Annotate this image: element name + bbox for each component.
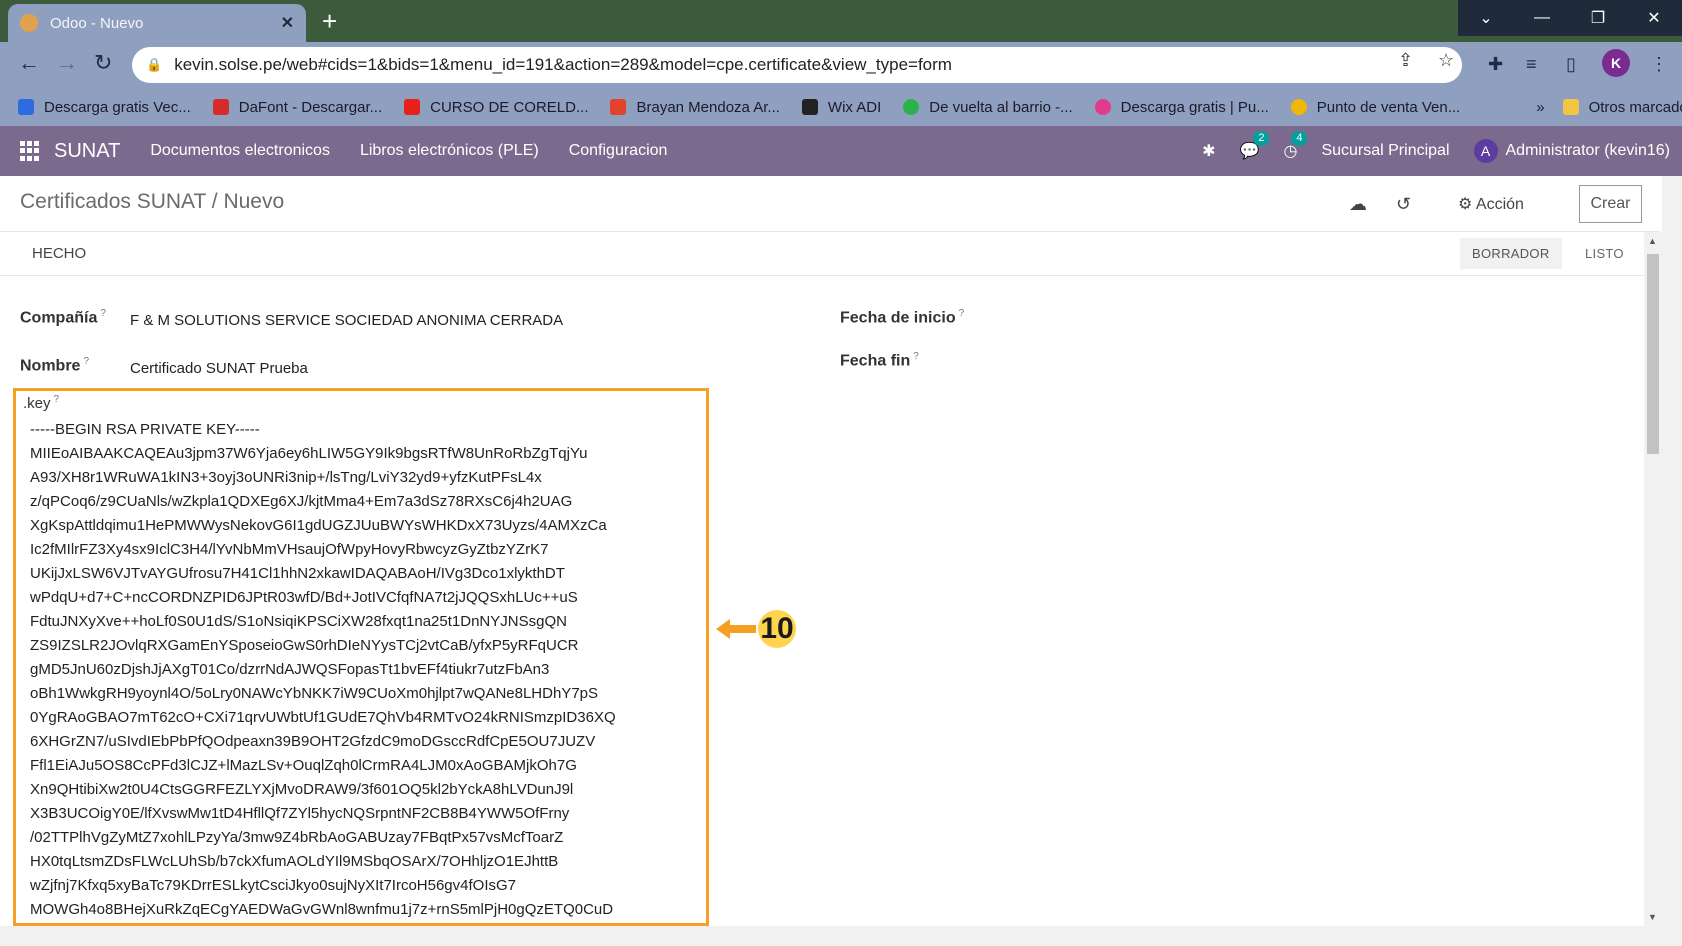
browser-menu-icon[interactable]: ⋮: [1650, 54, 1668, 75]
wix-icon: [801, 99, 818, 115]
gear-icon: ⚙: [1458, 196, 1473, 213]
user-name: Administrator (kevin16): [1505, 142, 1671, 159]
done-button[interactable]: HECHO: [32, 245, 86, 262]
bookmark-item[interactable]: Wix ADI: [801, 99, 881, 116]
minimize-icon[interactable]: —: [1514, 0, 1570, 36]
key-textarea[interactable]: -----BEGIN RSA PRIVATE KEY----- MIIEoAIB…: [30, 418, 700, 922]
scroll-down-icon[interactable]: ▼: [1648, 912, 1657, 922]
end-date-label: Fecha fin?: [840, 351, 919, 370]
horizontal-scrollbar[interactable]: [0, 926, 1662, 946]
save-cloud-icon[interactable]: ☁: [1349, 194, 1367, 215]
debug-bug-icon[interactable]: ✱: [1202, 141, 1215, 161]
reading-list-icon[interactable]: ≡: [1526, 54, 1537, 75]
page-scrollbar[interactable]: [1662, 176, 1682, 946]
activities-badge: 4: [1291, 131, 1308, 146]
app-brand[interactable]: SUNAT: [54, 140, 120, 163]
other-bookmarks[interactable]: Otros marcadores: [1562, 99, 1682, 116]
browser-tab[interactable]: Odoo - Nuevo ✕: [8, 4, 306, 42]
menu-documentos[interactable]: Documentos electronicos: [150, 142, 330, 160]
bookmarks-more-icon[interactable]: »: [1536, 99, 1544, 116]
stage-borrador[interactable]: BORRADOR: [1460, 238, 1562, 269]
browser-tab-bar: Odoo - Nuevo ✕ + ⌄ — ❐ ✕: [0, 0, 1682, 42]
freepik-icon: [18, 99, 34, 115]
start-date-label: Fecha de inicio?: [840, 308, 965, 327]
menu-libros-ple[interactable]: Libros electrónicos (PLE): [360, 142, 539, 160]
create-button[interactable]: Crear: [1579, 185, 1642, 223]
bookmark-star-icon[interactable]: ☆: [1438, 50, 1454, 71]
tab-search-icon[interactable]: ⌄: [1458, 0, 1514, 36]
control-panel: Certificados SUNAT / Nuevo ☁ ↺ ⚙ Acción …: [0, 176, 1660, 232]
arrow-left-icon: [716, 619, 756, 639]
discard-icon[interactable]: ↺: [1396, 194, 1411, 215]
youtube-icon: [404, 99, 421, 115]
messages-icon[interactable]: 💬 2: [1240, 131, 1270, 161]
tab-title: Odoo - Nuevo: [50, 14, 144, 32]
reload-icon[interactable]: ↻: [94, 52, 112, 74]
breadcrumb[interactable]: Certificados SUNAT / Nuevo: [20, 190, 284, 214]
extensions-icon[interactable]: ✚: [1488, 54, 1503, 75]
pu-icon: [1094, 99, 1111, 115]
branch-selector[interactable]: Sucursal Principal: [1321, 142, 1449, 160]
form-scroll-thumb[interactable]: [1647, 254, 1659, 454]
bookmark-item[interactable]: Punto de venta Ven...: [1290, 99, 1460, 116]
scroll-up-icon[interactable]: ▲: [1648, 236, 1657, 246]
stage-listo[interactable]: LISTO: [1585, 246, 1624, 261]
activities-icon[interactable]: ◷ 4: [1283, 131, 1308, 161]
name-field[interactable]: Certificado SUNAT Prueba: [130, 360, 308, 377]
browser-toolbar: ← → ↻ 🔒 kevin.solse.pe/web#cids=1&bids=1…: [0, 42, 1682, 88]
messages-badge: 2: [1253, 131, 1270, 146]
bookmark-item[interactable]: Descarga gratis | Pu...: [1094, 99, 1269, 116]
forward-icon[interactable]: →: [56, 52, 78, 74]
tab-close-icon[interactable]: ✕: [281, 13, 294, 33]
gitlab-icon: [610, 99, 627, 115]
odoo-navbar: SUNAT Documentos electronicos Libros ele…: [0, 126, 1682, 176]
share-icon[interactable]: ⇪: [1398, 50, 1413, 71]
apps-menu-icon[interactable]: [20, 141, 40, 161]
restore-icon[interactable]: ❐: [1570, 0, 1626, 36]
key-field-highlight: .key? -----BEGIN RSA PRIVATE KEY----- MI…: [13, 388, 709, 926]
close-window-icon[interactable]: ✕: [1626, 0, 1682, 36]
profile-avatar[interactable]: K: [1602, 49, 1630, 77]
company-field[interactable]: F & M SOLUTIONS SERVICE SOCIEDAD ANONIMA…: [130, 312, 563, 329]
bookmarks-bar: Descarga gratis Vec... DaFont - Descarga…: [0, 88, 1682, 126]
play-icon: [903, 99, 920, 115]
user-avatar: A: [1473, 139, 1498, 163]
bookmark-item[interactable]: CURSO DE CORELD...: [404, 99, 588, 116]
folder-icon: [1562, 99, 1579, 115]
odoo-favicon-icon: [20, 14, 38, 32]
name-label: Nombre?: [20, 356, 90, 375]
action-menu[interactable]: ⚙ Acción: [1458, 194, 1524, 214]
step-callout: 10: [716, 610, 796, 648]
bookmark-item[interactable]: Brayan Mendoza Ar...: [610, 99, 780, 116]
user-menu[interactable]: A Administrator (kevin16): [1473, 139, 1671, 163]
new-tab-icon[interactable]: +: [322, 8, 337, 34]
url-text: kevin.solse.pe/web#cids=1&bids=1&menu_id…: [174, 55, 952, 74]
lock-icon: 🔒: [146, 57, 163, 72]
bookmark-item[interactable]: DaFont - Descargar...: [212, 99, 382, 116]
pos-icon: [1290, 99, 1307, 115]
bookmark-item[interactable]: Descarga gratis Vec...: [18, 99, 191, 116]
address-bar[interactable]: 🔒 kevin.solse.pe/web#cids=1&bids=1&menu_…: [132, 47, 1462, 83]
company-label: Compañía?: [20, 308, 106, 327]
step-number-badge: 10: [758, 610, 796, 648]
key-label: .key?: [23, 394, 60, 412]
side-panel-icon[interactable]: ▯: [1566, 54, 1576, 75]
form-statusbar: HECHO BORRADOR LISTO: [0, 232, 1646, 276]
bookmark-item[interactable]: De vuelta al barrio -...: [903, 99, 1073, 116]
dafont-icon: [212, 99, 229, 115]
back-icon[interactable]: ←: [18, 52, 40, 74]
form-scrollbar[interactable]: ▲ ▼: [1644, 232, 1662, 926]
menu-configuracion[interactable]: Configuracion: [569, 142, 668, 160]
